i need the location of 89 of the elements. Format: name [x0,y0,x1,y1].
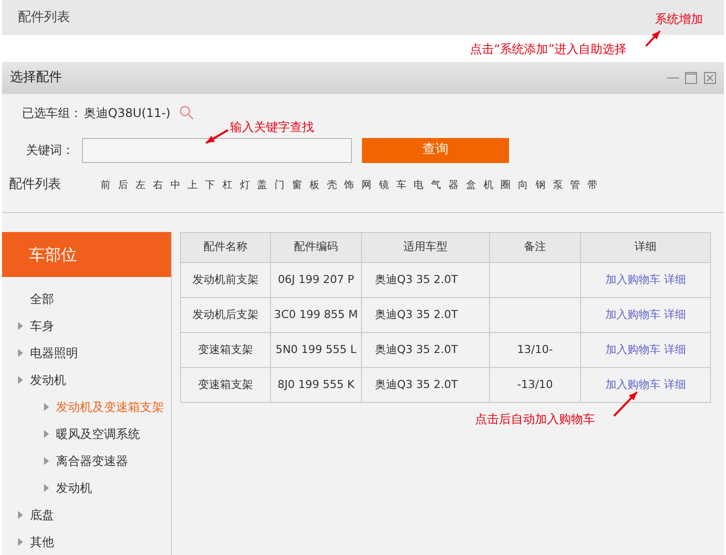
letter-filter[interactable]: 泵 [549,178,567,192]
annotation-text: 点击“系统添加”进入自助选择 [470,41,626,58]
letter-filter[interactable]: 圈 [496,178,514,192]
letter-filter[interactable]: 板 [306,178,324,192]
letter-filter[interactable]: 气 [427,178,445,192]
detail-link[interactable]: 详细 [664,272,686,286]
sidebar-item[interactable]: 电器照明 [30,344,78,362]
letter-filter[interactable]: 右 [149,178,167,192]
sidebar-item[interactable]: 离合器变速器 [56,452,128,470]
letter-filter[interactable]: 灯 [236,178,254,192]
caret-icon [44,402,49,410]
add-to-cart-link[interactable]: 加入购物车 [606,342,660,356]
add-to-cart-link[interactable]: 加入购物车 [606,378,660,391]
table-cell: 发动机前支架 [180,262,270,298]
letter-filter[interactable]: 带 [584,178,602,192]
table-cell: 奥迪Q3 35 2.0T [362,262,490,298]
maximize-icon[interactable] [685,72,697,84]
letter-filter[interactable]: 上 [184,178,202,192]
annotation-text: 点击后自动加入购物车 [475,411,595,428]
table-cell: 06J 199 207 P [270,262,362,298]
table-cell: 奥迪Q3 35 2.0T [362,332,490,368]
search-icon[interactable] [179,105,194,120]
column-header: 备注 [490,232,580,262]
detail-link[interactable]: 详细 [664,342,686,356]
keyword-field[interactable] [82,138,352,162]
add-to-cart-link[interactable]: 加入购物车 [606,308,660,321]
sidebar-item[interactable]: 全部 [30,290,54,308]
table-cell: 奥迪Q3 35 2.0T [362,368,490,402]
letter-filter[interactable]: 窗 [288,178,306,192]
caret-icon [44,484,49,492]
letter-filter[interactable]: 车 [392,178,410,192]
table-cell: 13/10- [490,332,580,368]
dialog-title: 选择配件 [10,69,63,88]
column-header: 配件编码 [270,232,362,262]
letter-filter[interactable]: 下 [201,178,219,192]
page-title: 配件列表 [18,8,70,27]
sidebar-item[interactable]: 发动机 [56,478,92,496]
letter-filter[interactable]: 网 [358,178,376,192]
detail-link[interactable]: 详细 [664,308,686,321]
column-header: 适用车型 [362,232,490,262]
caret-icon [18,538,23,546]
letter-filter[interactable]: 向 [514,178,532,192]
table-cell: 奥迪Q3 35 2.0T [362,298,490,332]
annotation-text: 输入关键字查找 [230,119,314,136]
sidebar-item[interactable]: 暖风及空调系统 [56,424,140,442]
sidebar-item[interactable]: 发动机 [30,370,66,388]
keyword-label: 关键词： [25,142,74,159]
caret-icon [18,376,23,384]
letter-filter[interactable]: 左 [132,178,150,192]
sidebar-item[interactable]: 车身 [30,316,54,334]
table-cell: -13/10 [490,368,580,402]
detail-link[interactable]: 详细 [664,378,686,391]
caret-icon [18,322,23,330]
caret-icon [18,510,23,518]
table-cell: 变速箱支架 [180,368,270,402]
car-group-value: 奥迪Q38U(11-) [84,104,170,122]
table-cell: 3C0 199 855 M [270,298,362,332]
column-header: 配件名称 [180,232,270,262]
table-cell: 发动机后支架 [180,298,270,332]
letter-filter[interactable]: 管 [566,178,584,192]
letter-filter[interactable]: 机 [480,178,497,192]
table-cell: 8J0 199 555 K [270,368,362,402]
column-header: 详细 [580,232,710,262]
table-cell: 变速箱支架 [180,332,270,368]
annotation-text: 系统增加 [655,11,703,28]
letter-filter[interactable]: 前 [97,178,114,192]
letter-filter[interactable]: 电 [410,178,428,192]
letter-filter[interactable]: 钢 [532,178,550,192]
sidebar-item[interactable]: 其他 [30,532,54,550]
letter-filter[interactable]: 饰 [340,178,358,192]
letter-filter[interactable]: 后 [114,178,132,192]
letter-filter[interactable]: 盒 [462,178,480,192]
letter-filter[interactable]: 中 [166,178,184,192]
letter-filter[interactable]: 门 [270,178,288,192]
letter-filter[interactable]: 器 [444,178,462,192]
letter-filter[interactable]: 杠 [218,178,236,192]
letter-filter[interactable]: 盖 [254,178,271,192]
letter-filter[interactable]: 壳 [323,178,340,192]
caret-icon [18,348,23,356]
letter-filter[interactable]: 镜 [375,178,393,192]
sidebar-item[interactable]: 底盘 [30,506,54,524]
add-to-cart-link[interactable]: 加入购物车 [606,272,660,286]
car-group-label: 已选车组： [21,104,82,122]
caret-icon [44,430,49,438]
list-title: 配件列表 [9,176,62,194]
sidebar-title: 车部位 [29,244,77,266]
table-cell: 5N0 199 555 L [270,332,362,368]
close-icon[interactable] [704,72,716,84]
caret-icon [44,456,49,464]
